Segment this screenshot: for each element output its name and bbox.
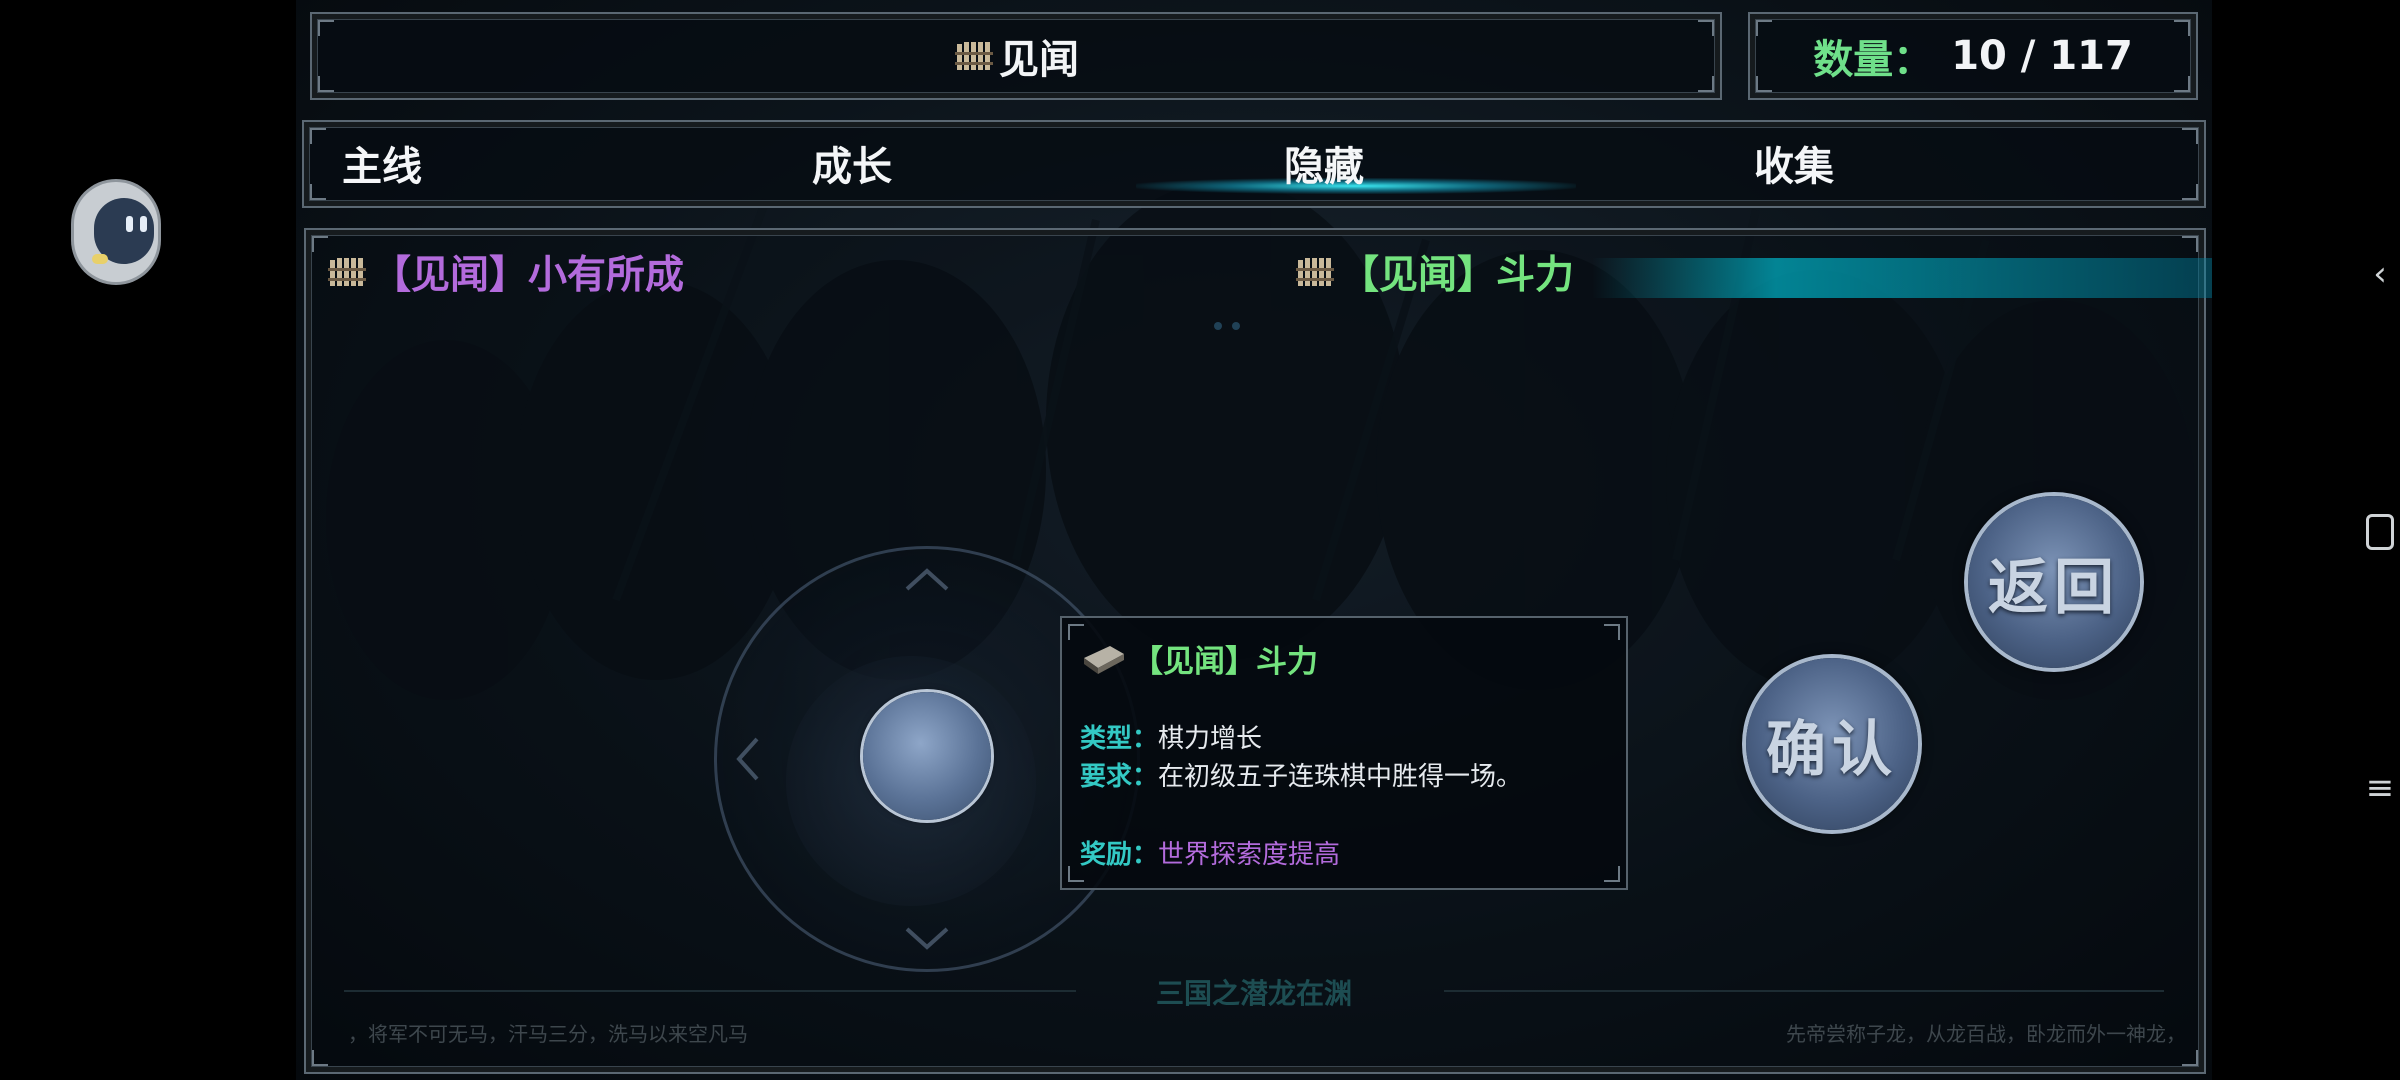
type-value: 棋力增长	[1158, 724, 1263, 754]
tab-main[interactable]: 主线	[306, 118, 776, 208]
achievement-label: 【见闻】小有所成	[372, 253, 685, 298]
requirement-value: 在初级五子连珠棋中胜得一场。	[1158, 762, 1523, 792]
reward-value: 世界探索度提高	[1158, 840, 1341, 870]
assistant-eye	[140, 216, 147, 232]
footer-poem-left: ，将军不可无马，汗马三分，洗马以来空凡马	[348, 1022, 748, 1046]
selected-item-glow	[1592, 258, 2212, 298]
count-panel: 数量： 10 / 117	[1748, 12, 2198, 100]
assistant-cheek	[92, 254, 108, 264]
footer-poem-right: 先帝尝称子龙，从龙百战，卧龙而外一神龙，	[1786, 1022, 2186, 1046]
assistant-eye	[126, 216, 133, 232]
recents-nav-icon[interactable]: ≡	[2360, 768, 2400, 808]
book-icon	[1080, 640, 1128, 678]
tab-hidden[interactable]: 隐藏	[1248, 118, 1718, 208]
detail-title: 【见闻】斗力	[1132, 644, 1318, 680]
type-key: 类型：	[1080, 724, 1159, 754]
page-title: 见闻	[999, 37, 1079, 83]
joystick-knob[interactable]	[863, 692, 991, 820]
bamboo-scroll-icon	[1294, 254, 1336, 290]
count-value: 10 / 117	[1951, 33, 2133, 79]
achievement-item-selected[interactable]: 【见闻】斗力	[1294, 248, 1574, 298]
count-label: 数量：	[1813, 37, 1934, 83]
reward-key: 奖励：	[1080, 840, 1159, 870]
title-panel: 见闻	[310, 12, 1722, 100]
game-screen: 见闻 数量： 10 / 117 主线 成长 隐藏 收集 【见闻】小有所成 【见闻…	[296, 0, 2212, 1080]
achievement-detail-card: 【见闻】斗力 类型：棋力增长 要求：在初级五子连珠棋中胜得一场。 奖励：世界探索…	[1060, 616, 1628, 890]
bamboo-scroll-icon	[326, 254, 368, 290]
achievement-item[interactable]: 【见闻】小有所成	[326, 248, 684, 298]
back-nav-icon[interactable]: ‹	[2360, 254, 2400, 294]
requirement-key: 要求：	[1080, 762, 1159, 792]
home-nav-icon[interactable]	[2360, 512, 2400, 552]
tab-collect[interactable]: 收集	[1718, 118, 2188, 208]
bamboo-scroll-icon	[953, 38, 995, 74]
game-title-footer: 三国之潜龙在渊	[1155, 977, 1352, 1010]
confirm-button[interactable]: 确认	[1746, 658, 1918, 830]
back-button[interactable]: 返回	[1968, 496, 2140, 668]
achievement-label: 【见闻】斗力	[1340, 253, 1575, 298]
tab-growth[interactable]: 成长	[776, 118, 1246, 208]
floating-assistant-icon[interactable]	[74, 182, 158, 282]
